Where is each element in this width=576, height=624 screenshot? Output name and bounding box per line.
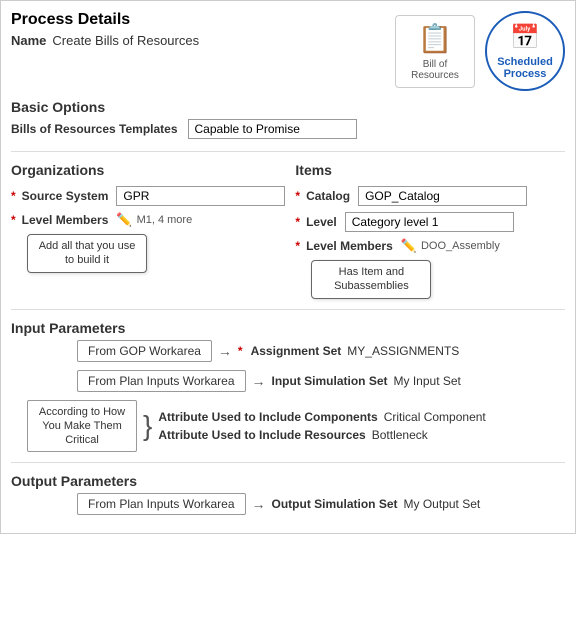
divider2 bbox=[11, 309, 565, 310]
level-members-label: Level Members bbox=[22, 213, 109, 227]
output-parameters-title: Output Parameters bbox=[11, 473, 565, 489]
catalog-input[interactable] bbox=[358, 186, 527, 206]
items-tooltip-bubble: Has Item and Subassemblies bbox=[311, 260, 431, 299]
basic-options-title: Basic Options bbox=[11, 99, 565, 115]
organizations-col: Organizations * Source System * Level Me… bbox=[11, 162, 285, 299]
brace-label: According to How You Make Them Critical bbox=[27, 400, 137, 453]
level-members-star: * bbox=[11, 213, 16, 227]
org-tooltip-bubble: Add all that you use to build it bbox=[27, 234, 147, 273]
attribute-resources-row: Attribute Used to Include Resources Bott… bbox=[158, 428, 485, 442]
output-simulation-row: From Plan Inputs Workarea → Output Simul… bbox=[11, 493, 565, 515]
input-simulation-label: Input Simulation Set bbox=[272, 374, 388, 388]
header-icons: 📋 Bill of Resources 📅 Scheduled Process bbox=[395, 11, 565, 91]
input-parameters-title: Input Parameters bbox=[11, 320, 565, 336]
source-system-input[interactable] bbox=[116, 186, 285, 206]
level-members-tooltip: M1, 4 more bbox=[137, 214, 193, 226]
templates-label: Bills of Resources Templates bbox=[11, 122, 178, 136]
items-level-members-value: DOO_Assembly bbox=[421, 240, 500, 252]
attribute-resources-label: Attribute Used to Include Resources bbox=[158, 428, 365, 442]
output-simulation-value: My Output Set bbox=[404, 497, 481, 511]
items-tooltip-container: Has Item and Subassemblies bbox=[311, 260, 565, 299]
process-name-value: Create Bills of Resources bbox=[52, 33, 199, 48]
divider3 bbox=[11, 462, 565, 463]
name-label: Name bbox=[11, 33, 46, 48]
catalog-row: * Catalog bbox=[295, 186, 565, 206]
header-row: Process Details Name Create Bills of Res… bbox=[11, 11, 565, 91]
workarea1-box: From GOP Workarea bbox=[77, 340, 212, 362]
input-parameters-section: Input Parameters From GOP Workarea → * A… bbox=[11, 320, 565, 453]
main-container: Process Details Name Create Bills of Res… bbox=[0, 0, 576, 534]
brace-right-block: Attribute Used to Include Components Cri… bbox=[158, 410, 485, 442]
page-title: Process Details bbox=[11, 11, 199, 29]
level-members-pencil-icon[interactable]: ✏️ bbox=[116, 212, 132, 228]
level-row: * Level bbox=[295, 212, 565, 232]
assignment-set-label: Assignment Set bbox=[251, 344, 342, 358]
source-system-row: * Source System bbox=[11, 186, 285, 206]
level-label: Level bbox=[306, 215, 337, 229]
items-col: Items * Catalog * Level * Level Members … bbox=[295, 162, 565, 299]
source-system-label: Source System bbox=[22, 189, 109, 203]
level-input[interactable] bbox=[345, 212, 514, 232]
catalog-label: Catalog bbox=[306, 189, 350, 203]
items-tooltip-text: Has Item and Subassemblies bbox=[334, 266, 409, 292]
items-level-members-pencil-icon[interactable]: ✏️ bbox=[401, 238, 417, 254]
items-level-members-star: * bbox=[295, 239, 300, 253]
scheduled-icon-label: Scheduled Process bbox=[491, 56, 559, 80]
attribute-components-row: Attribute Used to Include Components Cri… bbox=[158, 410, 485, 424]
templates-input[interactable] bbox=[188, 119, 357, 139]
catalog-star: * bbox=[295, 189, 300, 203]
scheduled-icon: 📅 bbox=[510, 23, 540, 52]
arrow-right-2: → bbox=[252, 373, 266, 389]
bill-icon: 📋 bbox=[418, 22, 453, 55]
items-level-members-label: Level Members bbox=[306, 239, 393, 253]
input-simulation-value: My Input Set bbox=[394, 374, 461, 388]
items-title: Items bbox=[295, 162, 565, 178]
brace-block: According to How You Make Them Critical … bbox=[11, 400, 565, 453]
bill-of-resources-icon-box[interactable]: 📋 Bill of Resources bbox=[395, 15, 475, 88]
output-parameters-section: Output Parameters From Plan Inputs Worka… bbox=[11, 473, 565, 515]
attribute-components-value: Critical Component bbox=[384, 410, 486, 424]
output-workarea-box: From Plan Inputs Workarea bbox=[77, 493, 246, 515]
level-star: * bbox=[295, 215, 300, 229]
name-row: Name Create Bills of Resources bbox=[11, 33, 199, 48]
input-simulation-row: From Plan Inputs Workarea → Input Simula… bbox=[11, 370, 565, 392]
assignment-set-value: MY_ASSIGNMENTS bbox=[347, 344, 459, 358]
org-tooltip-container: Add all that you use to build it bbox=[27, 234, 285, 273]
arrow-right-3: → bbox=[252, 496, 266, 512]
bill-icon-label: Bill of Resources bbox=[404, 59, 466, 81]
brace-symbol: } bbox=[143, 412, 152, 440]
templates-row: Bills of Resources Templates bbox=[11, 119, 565, 139]
source-system-star: * bbox=[11, 189, 16, 203]
level-members-row: * Level Members ✏️ M1, 4 more bbox=[11, 212, 285, 228]
divider1 bbox=[11, 151, 565, 152]
assignment-set-row: From GOP Workarea → * Assignment Set MY_… bbox=[11, 340, 565, 362]
header-left: Process Details Name Create Bills of Res… bbox=[11, 11, 199, 48]
arrow-right-1: → bbox=[218, 343, 232, 359]
workarea2-box: From Plan Inputs Workarea bbox=[77, 370, 246, 392]
attribute-resources-value: Bottleneck bbox=[372, 428, 428, 442]
output-simulation-label: Output Simulation Set bbox=[272, 497, 398, 511]
two-col-section: Organizations * Source System * Level Me… bbox=[11, 162, 565, 299]
organizations-title: Organizations bbox=[11, 162, 285, 178]
attribute-components-label: Attribute Used to Include Components bbox=[158, 410, 377, 424]
scheduled-process-icon-box[interactable]: 📅 Scheduled Process bbox=[485, 11, 565, 91]
org-tooltip-text: Add all that you use to build it bbox=[39, 240, 136, 266]
assignment-star: * bbox=[238, 344, 243, 358]
items-level-members-row: * Level Members ✏️ DOO_Assembly bbox=[295, 238, 565, 254]
